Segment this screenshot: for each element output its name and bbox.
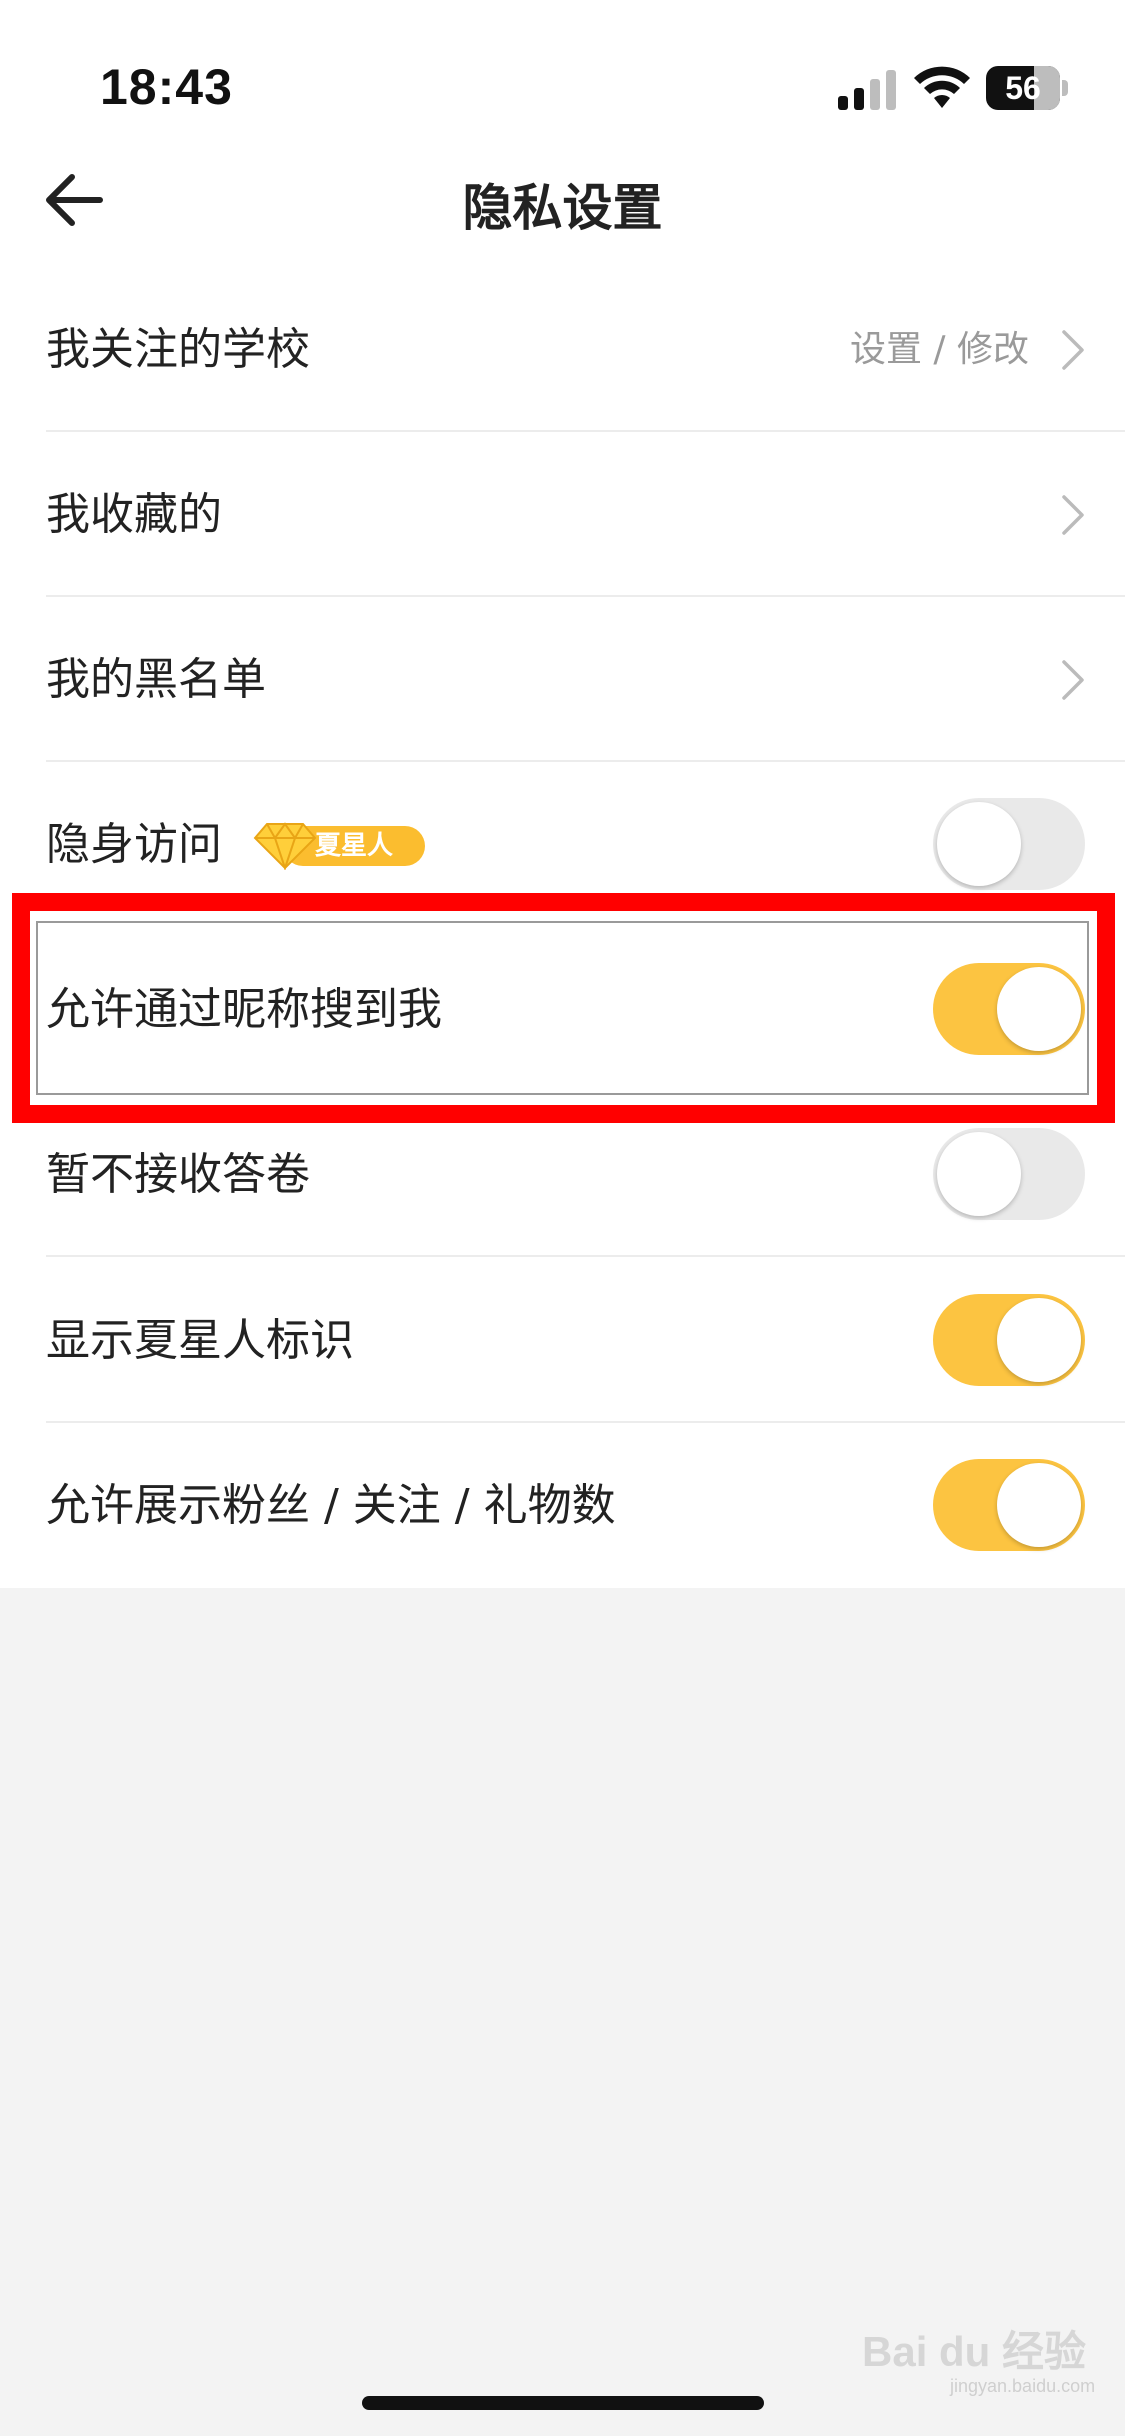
chevron-right-icon: [1062, 495, 1084, 535]
row-show-member-badge: 显示夏星人标识: [0, 1258, 1125, 1423]
privacy-settings-screen: 18:43 56 隐私设置 我关注的学校 设置 / 修改 我收藏的 我的黑名单: [0, 0, 1125, 2436]
row-blacklist[interactable]: 我的黑名单: [0, 597, 1125, 762]
row-favorites[interactable]: 我收藏的: [0, 432, 1125, 597]
signal-icon: [838, 70, 896, 110]
battery-cap: [1062, 80, 1068, 96]
row-label: 我关注的学校: [46, 324, 310, 375]
wifi-icon: [914, 66, 970, 108]
watermark-url: jingyan.baidu.com: [950, 2376, 1096, 2396]
diamond-icon: [253, 822, 317, 870]
row-label: 我的黑名单: [46, 654, 266, 705]
badge-text: 夏星人: [315, 831, 394, 861]
highlight-inner-border: [36, 921, 1089, 1095]
row-label: 允许展示粉丝 / 关注 / 礼物数: [46, 1480, 616, 1531]
show-member-badge-toggle[interactable]: [933, 1294, 1085, 1386]
row-label: 显示夏星人标识: [46, 1315, 354, 1366]
row-label: 我收藏的: [46, 489, 222, 540]
no-questionnaire-toggle[interactable]: [933, 1128, 1085, 1220]
row-followed-schools[interactable]: 我关注的学校 设置 / 修改: [0, 267, 1125, 432]
row-hint: 设置 / 修改: [849, 329, 1029, 370]
row-show-counts: 允许展示粉丝 / 关注 / 礼物数: [0, 1423, 1125, 1588]
battery-icon: 56: [986, 66, 1060, 110]
show-counts-toggle[interactable]: [933, 1459, 1085, 1551]
watermark-logo: Bai du 经验: [862, 2328, 1087, 2375]
page-title: 隐私设置: [462, 179, 663, 237]
chevron-right-icon: [1062, 330, 1084, 370]
status-time: 18:43: [100, 59, 233, 115]
chevron-right-icon: [1062, 660, 1084, 700]
invisible-visit-toggle[interactable]: [933, 798, 1085, 890]
home-indicator[interactable]: [362, 2396, 764, 2410]
battery-level: 56: [1005, 70, 1041, 106]
